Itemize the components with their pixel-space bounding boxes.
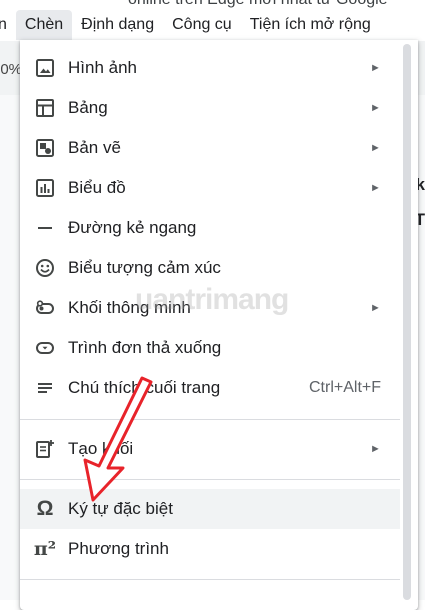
menu-item-label: Đường kẻ ngang bbox=[68, 218, 197, 237]
omega-icon: Ω bbox=[36, 497, 54, 520]
menu-item-special-characters[interactable]: Ω Ký tự đặc biệt bbox=[20, 489, 400, 529]
menu-item-drawing[interactable]: Bản vẽ ► bbox=[20, 128, 400, 168]
menu-item-footnote[interactable]: Chú thích cuối trang Ctrl+Alt+F bbox=[20, 368, 400, 408]
menu-scrollbar[interactable] bbox=[403, 44, 411, 600]
submenu-arrow-icon: ► bbox=[370, 182, 381, 194]
menu-item-label: Chú thích cuối trang bbox=[68, 378, 221, 397]
footnote-icon bbox=[34, 377, 56, 399]
image-icon bbox=[34, 57, 56, 79]
submenu-arrow-icon: ► bbox=[370, 142, 381, 154]
menu-item-label: Trình đơn thả xuống bbox=[68, 338, 222, 357]
menu-tab-tools[interactable]: Công cụ bbox=[163, 10, 241, 40]
menu-tab-format[interactable]: Định dạng bbox=[72, 10, 163, 40]
menu-item-horizontal-line[interactable]: Đường kẻ ngang bbox=[20, 208, 400, 248]
zoom-level[interactable]: 00% bbox=[0, 61, 22, 78]
menu-item-building-blocks[interactable]: Tạo khối ► bbox=[20, 429, 400, 469]
smart-chips-icon bbox=[34, 297, 56, 319]
menu-divider bbox=[20, 419, 400, 420]
menu-item-smart-chips[interactable]: Khối thông minh ► bbox=[20, 288, 400, 328]
menu-item-label: Biểu đồ bbox=[68, 178, 126, 197]
menu-tab-insert[interactable]: Chèn bbox=[15, 10, 73, 40]
menu-item-emoji[interactable]: Biểu tượng cảm xúc bbox=[20, 248, 400, 288]
menu-item-label: Khối thông minh bbox=[68, 298, 191, 317]
menu-item-label: Bản vẽ bbox=[68, 138, 121, 157]
menu-item-label: Bảng bbox=[68, 98, 108, 117]
submenu-arrow-icon: ► bbox=[370, 302, 381, 314]
menu-tab-extensions[interactable]: Tiện ích mở rộng bbox=[241, 10, 380, 40]
menu-divider bbox=[20, 479, 400, 480]
document-title: online trên Edge mới nhất từ Google bbox=[128, 0, 388, 9]
keyboard-shortcut: Ctrl+Alt+F bbox=[308, 379, 381, 396]
chart-icon bbox=[34, 177, 56, 199]
building-blocks-icon bbox=[34, 438, 56, 460]
menu-item-label: Hình ảnh bbox=[68, 58, 137, 77]
menu-item-image[interactable]: Hình ảnh ► bbox=[20, 48, 400, 88]
menu-item-table[interactable]: Bảng ► bbox=[20, 88, 400, 128]
menu-item-label: Ký tự đặc biệt bbox=[68, 499, 173, 518]
table-icon bbox=[34, 97, 56, 119]
submenu-arrow-icon: ► bbox=[370, 62, 381, 74]
menu-item-equation[interactable]: π² Phương trình bbox=[20, 529, 400, 569]
horizontal-line-icon bbox=[34, 217, 56, 239]
drawing-icon bbox=[34, 137, 56, 159]
menu-item-label: Tạo khối bbox=[68, 439, 134, 458]
submenu-arrow-icon: ► bbox=[370, 443, 381, 455]
dropdown-icon bbox=[34, 337, 56, 359]
menu-item-label: Phương trình bbox=[68, 539, 169, 558]
menubar: n Chèn Định dạng Công cụ Tiện ích mở rộn… bbox=[0, 10, 425, 40]
menu-item-chart[interactable]: Biểu đồ ► bbox=[20, 168, 400, 208]
insert-menu-dropdown: Hình ảnh ► Bảng ► Bản vẽ ► Biểu đồ ► Đườ… bbox=[20, 40, 418, 610]
pi-icon: π² bbox=[33, 538, 57, 560]
submenu-arrow-icon: ► bbox=[370, 102, 381, 114]
menu-tab-view-partial[interactable]: n bbox=[0, 10, 16, 40]
menu-item-label: Biểu tượng cảm xúc bbox=[68, 258, 221, 277]
menu-item-dropdown[interactable]: Trình đơn thả xuống bbox=[20, 328, 400, 368]
document-title-sliver: online trên Edge mới nhất từ Google bbox=[0, 0, 425, 10]
emoji-icon bbox=[34, 257, 56, 279]
menu-divider bbox=[20, 579, 400, 580]
